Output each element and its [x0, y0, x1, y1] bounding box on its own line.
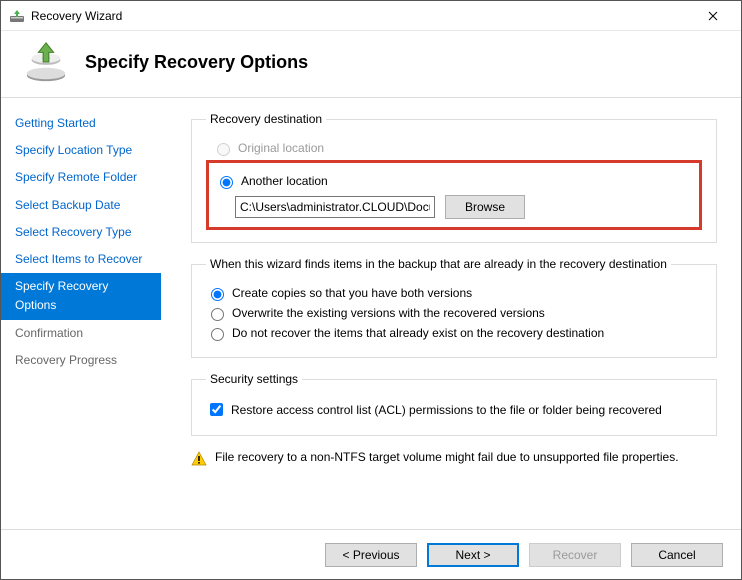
sidebar-item-location-type[interactable]: Specify Location Type: [1, 137, 161, 164]
sidebar-item-recovery-options[interactable]: Specify Recovery Options: [1, 273, 161, 319]
recovery-destination-group: Recovery destination Original location A…: [191, 112, 717, 243]
cancel-button[interactable]: Cancel: [631, 543, 723, 567]
overwrite-radio[interactable]: [211, 308, 224, 321]
conflict-legend: When this wizard finds items in the back…: [206, 257, 671, 271]
recovery-destination-legend: Recovery destination: [206, 112, 326, 126]
another-location-label: Another location: [241, 174, 328, 188]
title-bar: Recovery Wizard: [1, 1, 741, 31]
recover-button: Recover: [529, 543, 621, 567]
sidebar-item-select-items[interactable]: Select Items to Recover: [1, 246, 161, 273]
create-copies-row: Create copies so that you have both vers…: [206, 285, 702, 301]
security-legend: Security settings: [206, 372, 302, 386]
previous-button[interactable]: < Previous: [325, 543, 417, 567]
skip-radio[interactable]: [211, 328, 224, 341]
sidebar-item-recovery-type[interactable]: Select Recovery Type: [1, 219, 161, 246]
destination-path-input[interactable]: [235, 196, 435, 218]
app-icon: [9, 8, 25, 24]
wizard-footer: < Previous Next > Recover Cancel: [1, 529, 741, 579]
page-title: Specify Recovery Options: [85, 52, 308, 73]
sidebar-item-remote-folder[interactable]: Specify Remote Folder: [1, 164, 161, 191]
warning-text: File recovery to a non-NTFS target volum…: [215, 450, 679, 464]
sidebar-item-backup-date[interactable]: Select Backup Date: [1, 192, 161, 219]
overwrite-row: Overwrite the existing versions with the…: [206, 305, 702, 321]
original-location-label: Original location: [238, 141, 324, 155]
sidebar-item-getting-started[interactable]: Getting Started: [1, 110, 161, 137]
window-title: Recovery Wizard: [31, 9, 693, 23]
wizard-header: Specify Recovery Options: [1, 31, 741, 98]
skip-label: Do not recover the items that already ex…: [232, 326, 604, 340]
security-settings-group: Security settings Restore access control…: [191, 372, 717, 436]
conflict-resolution-group: When this wizard finds items in the back…: [191, 257, 717, 358]
original-location-radio: [217, 143, 230, 156]
wizard-content: Recovery destination Original location A…: [161, 98, 741, 528]
sidebar-item-recovery-progress: Recovery Progress: [1, 347, 161, 374]
next-button[interactable]: Next >: [427, 543, 519, 567]
browse-button[interactable]: Browse: [445, 195, 525, 219]
create-copies-radio[interactable]: [211, 288, 224, 301]
wizard-steps-sidebar: Getting Started Specify Location Type Sp…: [1, 98, 161, 528]
close-button[interactable]: [693, 2, 733, 30]
warning-icon: [191, 451, 207, 467]
path-row: Browse: [235, 195, 689, 219]
another-location-row: Another location: [215, 173, 689, 189]
recovery-logo-icon: [23, 39, 69, 85]
warning-row: File recovery to a non-NTFS target volum…: [191, 450, 717, 467]
skip-row: Do not recover the items that already ex…: [206, 325, 702, 341]
original-location-row: Original location: [212, 140, 702, 156]
wizard-body: Getting Started Specify Location Type Sp…: [1, 98, 741, 528]
another-location-radio[interactable]: [220, 176, 233, 189]
create-copies-label: Create copies so that you have both vers…: [232, 286, 472, 300]
overwrite-label: Overwrite the existing versions with the…: [232, 306, 545, 320]
sidebar-item-confirmation: Confirmation: [1, 320, 161, 347]
another-location-highlight: Another location Browse: [206, 160, 702, 230]
restore-acl-checkbox[interactable]: [210, 403, 223, 416]
acl-row: Restore access control list (ACL) permis…: [206, 400, 702, 419]
restore-acl-label: Restore access control list (ACL) permis…: [231, 403, 662, 417]
